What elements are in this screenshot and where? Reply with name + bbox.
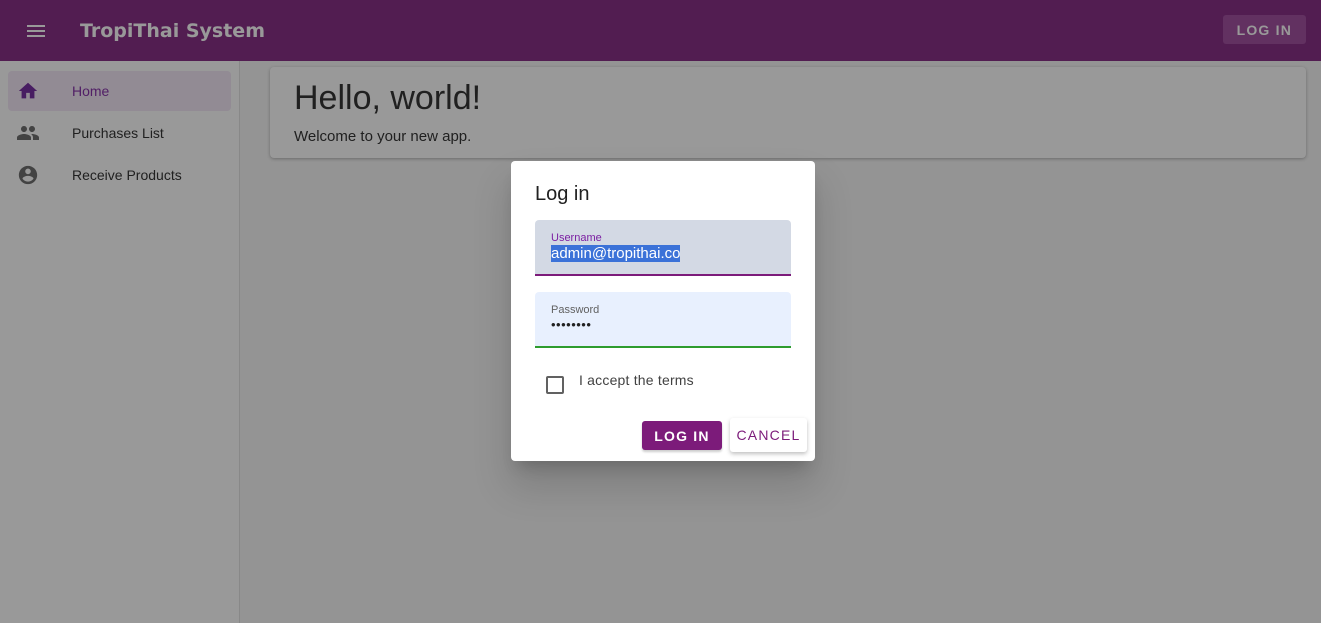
- login-button[interactable]: LOG IN: [642, 421, 722, 450]
- dialog-title: Log in: [535, 183, 590, 205]
- password-field[interactable]: Password ••••••••: [535, 292, 791, 348]
- username-field[interactable]: Username admin@tropithai.co: [535, 220, 791, 276]
- password-input[interactable]: ••••••••: [551, 317, 591, 332]
- username-label: Username: [551, 232, 602, 241]
- terms-checkbox[interactable]: [546, 376, 564, 394]
- terms-row: I accept the terms: [535, 371, 694, 397]
- terms-label[interactable]: I accept the terms: [579, 372, 694, 388]
- username-input[interactable]: admin@tropithai.co: [551, 245, 681, 262]
- password-label: Password: [551, 304, 600, 313]
- login-dialog: Log in Username admin@tropithai.co Passw…: [511, 161, 815, 461]
- cancel-button[interactable]: CANCEL: [730, 418, 807, 452]
